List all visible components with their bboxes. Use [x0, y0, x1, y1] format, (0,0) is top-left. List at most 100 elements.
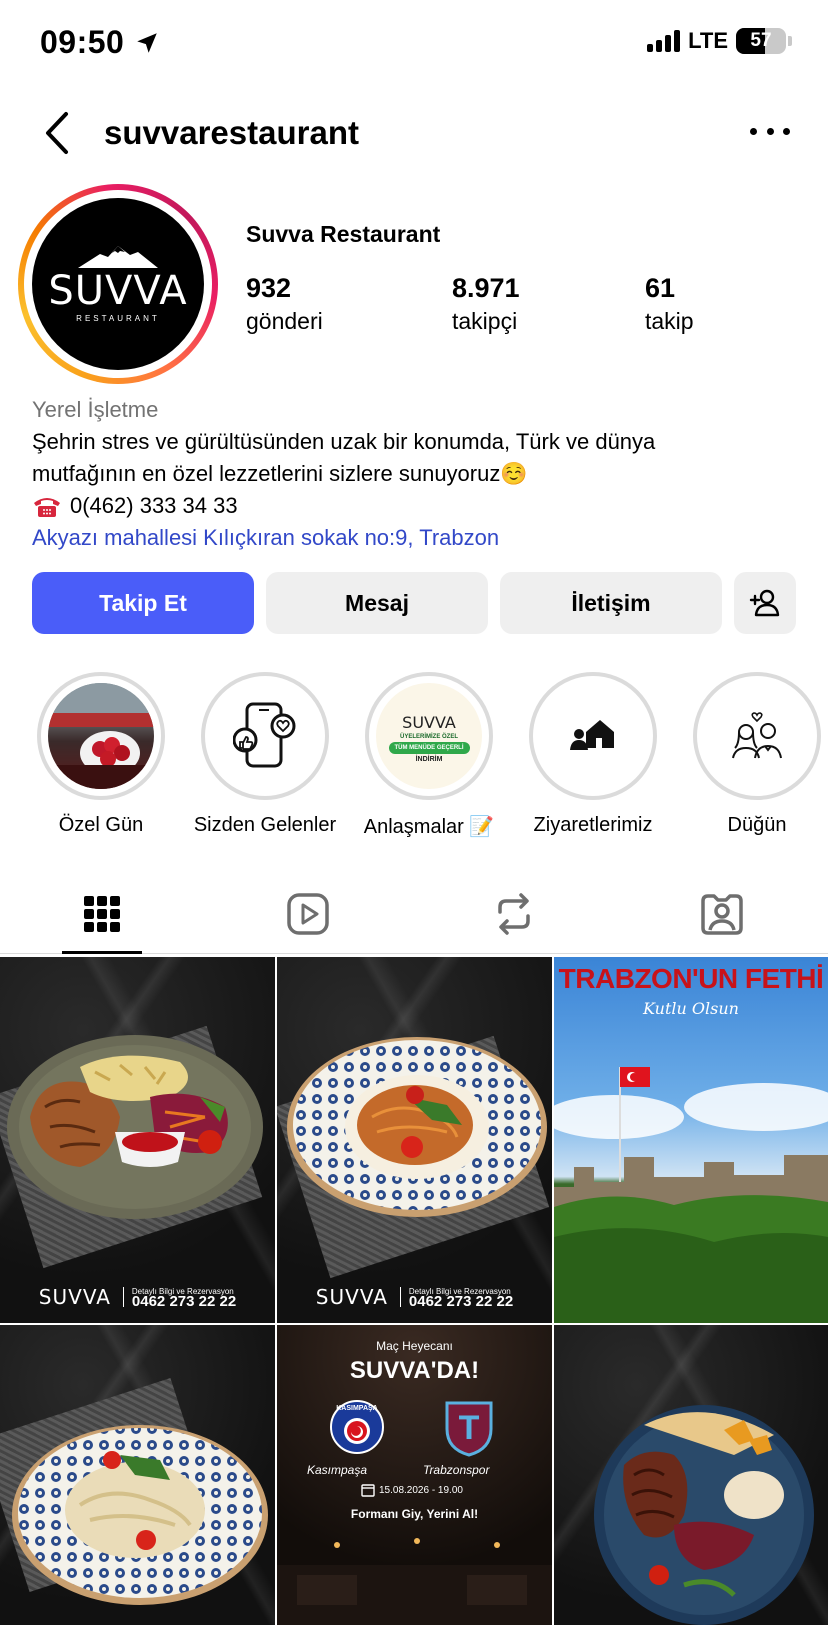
- post-thumbnail[interactable]: [0, 1325, 275, 1625]
- bio-line: mutfağının en özel lezzetlerini sizlere …: [32, 461, 528, 486]
- tab-reels[interactable]: [268, 886, 348, 942]
- stat-followers[interactable]: 8.971 takipçi: [452, 273, 520, 335]
- clock: 09:50: [40, 24, 125, 60]
- location-arrow-icon: [137, 32, 158, 53]
- post-thumbnail[interactable]: SUVVA Detaylı Bilgi ve Rezervasyon 0462 …: [0, 957, 275, 1323]
- highlight-cover: [48, 683, 154, 789]
- highlight-label: Sizden Gelenler: [193, 814, 337, 836]
- status-time: 09:50: [40, 24, 160, 61]
- status-indicators: LTE 57: [647, 28, 792, 54]
- add-person-icon: [749, 589, 780, 617]
- pasta-plate-image: [12, 1425, 268, 1605]
- phone-number[interactable]: 0(462) 333 34 33: [70, 490, 238, 522]
- mountain-logo-icon: [78, 246, 158, 268]
- back-button[interactable]: [38, 108, 78, 158]
- stat-value: 932: [246, 273, 292, 303]
- match-slogan: Formanı Giy, Yerini Al!: [350, 1507, 479, 1521]
- badge-line: ÜYELERİMİZE ÖZEL: [399, 734, 458, 740]
- dot-icon: [766, 127, 774, 135]
- match-date-row: 15.08.2026 - 19.00: [361, 1483, 463, 1497]
- battery-cap: [788, 36, 792, 46]
- message-button[interactable]: Mesaj: [266, 572, 488, 634]
- reels-icon: [287, 893, 329, 935]
- highlight-ring: SUVVA ÜYELERİMİZE ÖZEL TÜM MENÜDE GEÇERL…: [365, 672, 493, 800]
- kebab-plate-image: [594, 1405, 814, 1625]
- away-team: Trabzonspor: [423, 1463, 490, 1477]
- bio-phone: 0(462) 333 34 33: [32, 490, 812, 522]
- highlight-cover: SUVVA ÜYELERİMİZE ÖZEL TÜM MENÜDE GEÇERL…: [376, 683, 482, 789]
- reposts-icon: [498, 893, 530, 935]
- suggest-people-button[interactable]: [734, 572, 796, 634]
- reservation-phone: 0462 273 22 22: [131, 1293, 237, 1310]
- match-kicker: Maç Heyecanı: [376, 1339, 453, 1353]
- address-link[interactable]: Akyazı mahallesi Kılıçkıran sokak no:9, …: [32, 522, 812, 554]
- battery-icon: 57: [736, 28, 786, 54]
- stat-label: takipçi: [452, 308, 518, 334]
- stat-label: takip: [645, 308, 694, 334]
- post-brand-footer: SUVVA Detaylı Bilgi ve Rezervasyon 0462 …: [0, 1285, 275, 1309]
- stat-following[interactable]: 61 takip: [645, 273, 694, 335]
- home-badge-text: KASIMPAŞA: [336, 1405, 378, 1412]
- stat-posts[interactable]: 932 gönderi: [246, 273, 323, 335]
- home-team: Kasımpaşa: [307, 1463, 368, 1477]
- chicken-plate-image: [7, 1035, 263, 1219]
- profile-tabs: [0, 876, 828, 954]
- restaurant-interior-image: [277, 1538, 552, 1625]
- status-bar: 09:50 LTE 57: [0, 0, 828, 86]
- wedding-couple-icon: [732, 712, 782, 759]
- logo-word: SUVVA: [48, 268, 188, 314]
- highlight-label: Düğün: [727, 814, 787, 836]
- dot-icon: [750, 127, 757, 135]
- stat-label: gönderi: [246, 308, 323, 334]
- reservation-phone: 0462 273 22 22: [408, 1293, 514, 1310]
- highlight-ring: [201, 672, 329, 800]
- highlight-ring: [529, 672, 657, 800]
- match-date: 15.08.2026 - 19.00: [379, 1484, 463, 1496]
- stat-value: 61: [645, 273, 676, 303]
- calendar-icon: [361, 1484, 375, 1497]
- grid-icon: [84, 896, 120, 932]
- tab-posts[interactable]: [62, 886, 142, 942]
- dot-icon: [783, 127, 790, 135]
- telephone-icon: [34, 498, 60, 517]
- highlight-cover: [540, 683, 646, 789]
- highlight-dugun[interactable]: Düğün: [682, 672, 828, 837]
- battery-percent: 57: [750, 30, 772, 51]
- tab-reposts[interactable]: [474, 886, 554, 942]
- post-thumbnail[interactable]: Maç Heyecanı SUVVA'DA! KASIMPAŞA T Kasım…: [277, 1325, 552, 1625]
- highlight-ring: [693, 672, 821, 800]
- contact-button[interactable]: İletişim: [500, 572, 722, 634]
- highlight-sizden-gelenler[interactable]: Sizden Gelenler: [190, 672, 340, 837]
- more-options-button[interactable]: [750, 116, 790, 146]
- post-thumbnail[interactable]: TRABZON'UN FETHİ Kutlu Olsun: [554, 957, 828, 1323]
- logo-subtitle: RESTAURANT: [76, 314, 160, 323]
- story-ring[interactable]: SUVVA RESTAURANT: [18, 184, 218, 384]
- spaghetti-plate-image: [287, 1037, 547, 1217]
- tagged-icon: [701, 894, 743, 935]
- highlight-cover: [212, 683, 318, 789]
- highlight-ozel-gun[interactable]: Özel Gün: [26, 672, 176, 837]
- network-type: LTE: [688, 28, 728, 53]
- post-subtitle: Kutlu Olsun: [643, 999, 739, 1018]
- post-thumbnail[interactable]: SUVVA Detaylı Bilgi ve Rezervasyon 0462 …: [277, 957, 552, 1323]
- highlight-anlasmalar[interactable]: SUVVA ÜYELERİMİZE ÖZEL TÜM MENÜDE GEÇERL…: [354, 672, 504, 839]
- svg-text:T: T: [459, 1409, 480, 1447]
- flowers-icon: [48, 683, 154, 789]
- match-title: SUVVA'DA!: [349, 1357, 480, 1384]
- highlight-cover: [704, 683, 810, 789]
- post-thumbnail[interactable]: [554, 1325, 828, 1625]
- bio: Yerel İşletme Şehrin stres ve gürültüsün…: [32, 394, 812, 554]
- tab-tagged[interactable]: [682, 886, 762, 942]
- page-title: suvvarestaurant: [104, 114, 359, 151]
- house-people-icon: [570, 720, 614, 750]
- business-category: Yerel İşletme: [32, 397, 159, 422]
- highlight-label: Ziyaretlerimiz: [533, 814, 653, 836]
- reservation-info: Detaylı Bilgi ve Rezervasyon 0462 273 22…: [399, 1287, 514, 1310]
- badge-word: SUVVA: [402, 713, 456, 732]
- stat-value: 8.971: [452, 273, 520, 303]
- follow-button[interactable]: Takip Et: [32, 572, 254, 634]
- brand-word: SUVVA: [315, 1285, 388, 1309]
- highlight-ziyaretlerimiz[interactable]: Ziyaretlerimiz: [518, 672, 668, 837]
- badge-line: İNDİRİM: [415, 756, 443, 763]
- avatar: SUVVA RESTAURANT: [32, 198, 204, 370]
